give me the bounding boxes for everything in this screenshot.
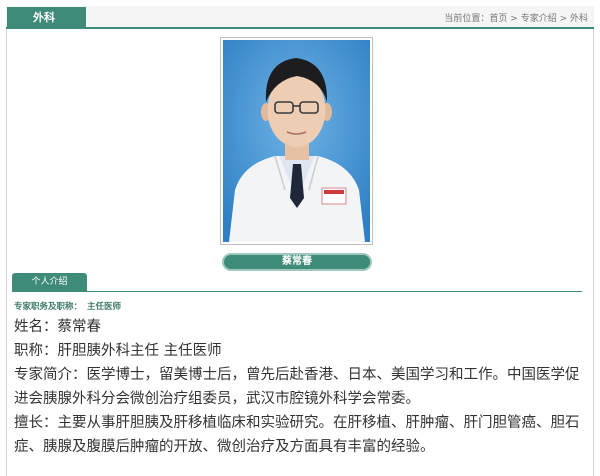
bio-specialty: 擅长：主要从事肝胆胰及肝移植临床和实验研究。在肝移植、肝肿瘤、肝门胆管癌、胆石症… <box>14 415 580 455</box>
divider <box>12 291 582 292</box>
tab-personal-intro[interactable]: 个人介绍 <box>12 273 87 292</box>
breadcrumb-separator: > <box>507 14 521 24</box>
breadcrumb-surgery-link[interactable]: 外科 <box>570 14 588 24</box>
breadcrumb-separator: > <box>556 14 570 24</box>
breadcrumb: 当前位置：首页 > 专家介绍 > 外科 <box>444 11 588 24</box>
position-line: 专家职务及职称： 主任医师 <box>14 300 121 312</box>
bio-name: 姓名：蔡常春 <box>14 319 101 335</box>
doctor-photo <box>223 40 370 242</box>
doctor-name-pill: 蔡常春 <box>222 253 372 271</box>
breadcrumb-prefix: 当前位置： <box>444 14 490 24</box>
position-label: 专家职务及职称： <box>14 302 83 312</box>
breadcrumb-experts-link[interactable]: 专家介绍 <box>521 14 557 24</box>
biography: 姓名：蔡常春 职称：肝胆胰外科主任 主任医师 专家简介：医学博士，留美博士后，曾… <box>14 315 582 459</box>
breadcrumb-home-link[interactable]: 首页 <box>489 14 507 24</box>
section-tab-surgery: 外科 <box>7 7 86 29</box>
position-value: 主任医师 <box>87 302 122 312</box>
bio-title: 职称：肝胆胰外科主任 主任医师 <box>14 343 222 359</box>
doctor-photo-frame <box>220 37 373 245</box>
bio-intro: 专家简介：医学博士，留美博士后，曾先后赴香港、日本、美国学习和工作。中国医学促进… <box>14 367 580 407</box>
